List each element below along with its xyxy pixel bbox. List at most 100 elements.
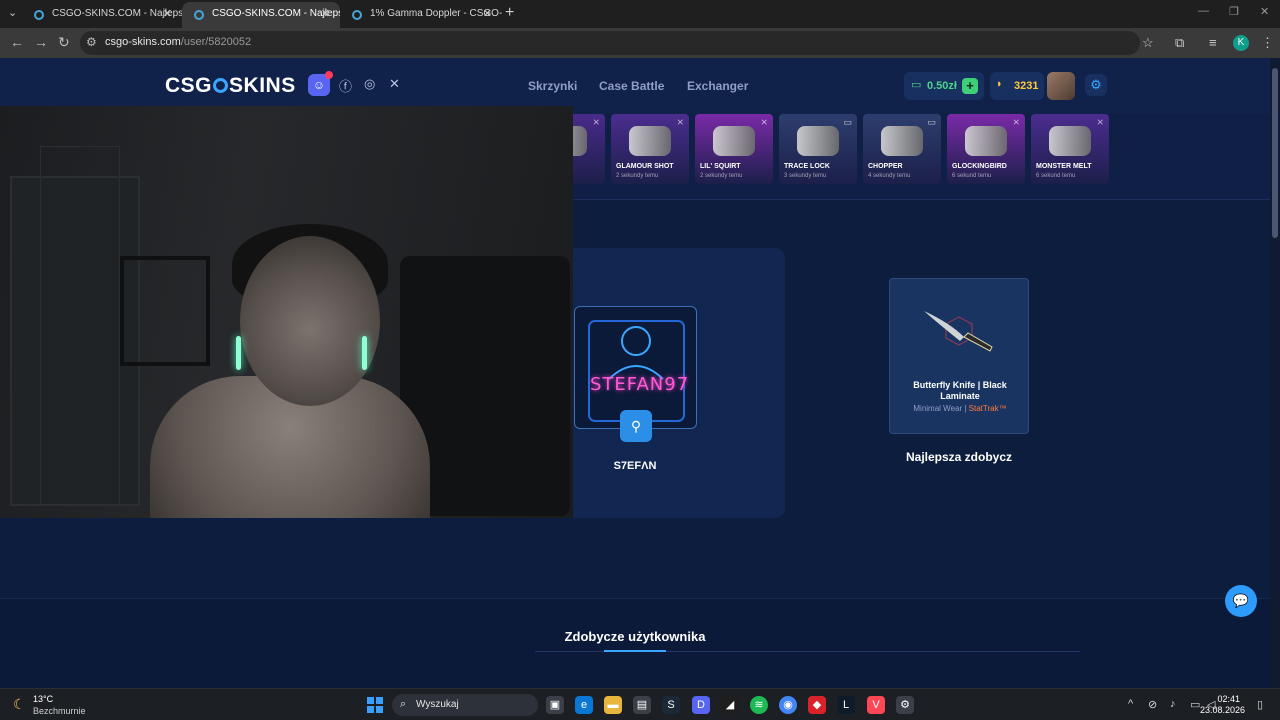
address-bar[interactable]: ⚙ csgo-skins.com/user/5820052	[80, 31, 1140, 55]
windows-start-icon[interactable]	[367, 697, 383, 713]
app-gear-icon[interactable]: ⚙	[896, 696, 914, 714]
browser-tab-2[interactable]: CSGO-SKINS.COM - Najlepsze ✕	[182, 2, 340, 28]
windows-taskbar: ☾ 13°C Bezchmurnie ⌕ Wyszukaj ▣ e ▬ ▤ S …	[0, 688, 1280, 720]
back-arrow-icon[interactable]: ←	[10, 34, 24, 50]
drop-name: MONSTER MELT	[1036, 163, 1092, 170]
app-taskbar-icon[interactable]: ◢	[721, 696, 739, 714]
weapon-image	[797, 126, 839, 156]
microphone-icon[interactable]: ♪	[1170, 698, 1176, 710]
clock-date: 23.08.2026	[1200, 705, 1246, 715]
instagram-icon[interactable]: ◎	[364, 76, 375, 92]
logo-text-left: CSG	[165, 74, 213, 97]
spotify-icon[interactable]: ≋	[750, 696, 768, 714]
store-icon[interactable]: ▤	[633, 696, 651, 714]
best-drop-subtitle: Minimal Wear | StatTrak™	[913, 404, 1007, 413]
drop-case-icon: ▭	[927, 117, 936, 127]
live-drop-item[interactable]: ▭ TRACE LOCK 3 sekundy temu	[779, 114, 857, 184]
tray-network-off-icon[interactable]: ⊘	[1148, 698, 1157, 711]
tab-search-chevron-icon[interactable]: ⌄	[8, 6, 17, 19]
user-avatar[interactable]	[1047, 72, 1075, 100]
best-drop-item-name: Butterfly Knife | Black Laminate	[913, 380, 1007, 401]
restore-icon[interactable]: ❐	[1229, 5, 1239, 18]
site-logo[interactable]: CSG SKINS	[165, 74, 296, 98]
live-drop-item[interactable]: ⨯ MONSTER MELT 6 sekund temu	[1031, 114, 1109, 184]
facebook-icon[interactable]: ⓕ	[339, 76, 352, 95]
coins-widget[interactable]: ◗ 3231	[990, 72, 1044, 100]
nav-case-battle[interactable]: Case Battle	[599, 79, 664, 93]
display-icon[interactable]: ▭	[1190, 698, 1200, 711]
scrollbar-thumb[interactable]	[1272, 68, 1278, 238]
avatar-nickname-art: STEFAN97	[590, 374, 690, 395]
settings-gear-icon[interactable]: ⚙	[1085, 74, 1107, 96]
extensions-icon[interactable]: ⧉	[1175, 35, 1184, 51]
drop-pin-icon: ⨯	[592, 117, 600, 127]
site-info-icon[interactable]: ⚙	[86, 35, 97, 49]
close-tab-icon[interactable]: ✕	[163, 2, 172, 26]
reload-icon[interactable]: ↻	[58, 34, 70, 51]
live-drop-item[interactable]: ▭ CHOPPER 4 sekundy temu	[863, 114, 941, 184]
taskbar-clock[interactable]: 02:41 23.08.2026	[1200, 694, 1246, 716]
browser-tab-3[interactable]: 1% Gamma Doppler - CSGO-Sk ✕	[340, 2, 502, 28]
steam-icon[interactable]: ⚲	[620, 410, 652, 442]
task-view-icon[interactable]: ▣	[546, 696, 564, 714]
nav-skrzynki[interactable]: Skrzynki	[528, 79, 577, 93]
user-drops-section: Zdobycze użytkownika	[0, 598, 1270, 688]
league-icon[interactable]: L	[837, 696, 855, 714]
stattrak-label: StatTrak™	[968, 404, 1007, 413]
chrome-icon[interactable]: ◉	[779, 696, 797, 714]
drop-name: CHOPPER	[868, 163, 903, 170]
moon-weather-icon[interactable]: ☾	[13, 696, 26, 713]
app-red-icon[interactable]: ◆	[808, 696, 826, 714]
drop-name: GLOCKINGBIRD	[952, 163, 1007, 170]
browser-tab-1[interactable]: CSGO-SKINS.COM - Najlepsze ✕	[22, 2, 182, 28]
weather-condition[interactable]: Bezchmurnie	[33, 706, 86, 716]
forward-arrow-icon[interactable]: →	[34, 34, 48, 50]
media-controls-icon[interactable]: ≡	[1209, 35, 1217, 50]
browser-menu-icon[interactable]: ⋮	[1261, 35, 1274, 51]
add-funds-button[interactable]: +	[962, 78, 978, 94]
weapon-image	[1049, 126, 1091, 156]
webcam-picture-frame	[120, 256, 210, 366]
search-placeholder: Wyszukaj	[416, 699, 459, 710]
new-tab-plus-icon[interactable]: +	[505, 4, 514, 22]
x-twitter-icon[interactable]: ✕	[389, 76, 400, 92]
discord-icon[interactable]: ☺	[308, 71, 333, 96]
best-drop-card[interactable]: Butterfly Knife | Black Laminate Minimal…	[889, 278, 1029, 434]
steam-taskbar-icon[interactable]: S	[662, 696, 680, 714]
tray-chevron-up-icon[interactable]: ^	[1128, 698, 1133, 710]
drop-name: TRACE LOCK	[784, 163, 830, 170]
live-drop-item[interactable]: ⨯ GLOCKINGBIRD 6 sekund temu	[947, 114, 1025, 184]
minimize-icon[interactable]: —	[1198, 5, 1209, 17]
close-tab-icon[interactable]: ✕	[321, 2, 330, 26]
url-text[interactable]: csgo-skins.com/user/5820052	[105, 36, 251, 48]
weapon-image	[629, 126, 671, 156]
close-window-icon[interactable]: ✕	[1260, 5, 1269, 18]
taskbar-search[interactable]: ⌕ Wyszukaj	[392, 694, 538, 716]
weapon-image	[965, 126, 1007, 156]
page-scrollbar[interactable]	[1270, 58, 1280, 688]
clock-time: 02:41	[1217, 694, 1240, 704]
notifications-bell-icon[interactable]: ▯	[1257, 698, 1263, 711]
discord-taskbar-icon[interactable]: D	[692, 696, 710, 714]
nav-exchanger[interactable]: Exchanger	[687, 79, 748, 93]
chat-bubble-icon[interactable]: 💬	[1225, 585, 1257, 617]
logo-crosshair-icon	[213, 78, 229, 93]
logo-text-right: SKINS	[229, 74, 296, 97]
browser-profile-avatar[interactable]: K	[1233, 35, 1249, 51]
drop-time: 4 sekundy temu	[868, 173, 911, 179]
webcam-door-panel	[40, 146, 120, 506]
file-explorer-icon[interactable]: ▬	[604, 696, 622, 714]
edge-icon[interactable]: e	[575, 696, 593, 714]
live-drop-item[interactable]: ⨯ GLAMOUR SHOT 2 sekundy temu	[611, 114, 689, 184]
live-drop-item[interactable]: ⨯ LIL' SQUIRT 2 sekundy temu	[695, 114, 773, 184]
site-favicon-icon	[352, 10, 362, 20]
weather-temperature[interactable]: 13°C	[33, 694, 53, 704]
browser-tab-bar: ⌄ CSGO-SKINS.COM - Najlepsze ✕ CSGO-SKIN…	[0, 0, 1280, 28]
best-drop-condition: Minimal Wear	[913, 404, 963, 413]
bookmark-star-icon[interactable]: ☆	[1142, 35, 1154, 51]
drop-time: 3 sekundy temu	[784, 173, 827, 179]
balance-widget[interactable]: ▭ 0.50zł +	[904, 72, 984, 100]
valorant-icon[interactable]: V	[867, 696, 885, 714]
close-tab-icon[interactable]: ✕	[483, 2, 492, 26]
balance-amount: 0.50zł	[927, 80, 957, 92]
